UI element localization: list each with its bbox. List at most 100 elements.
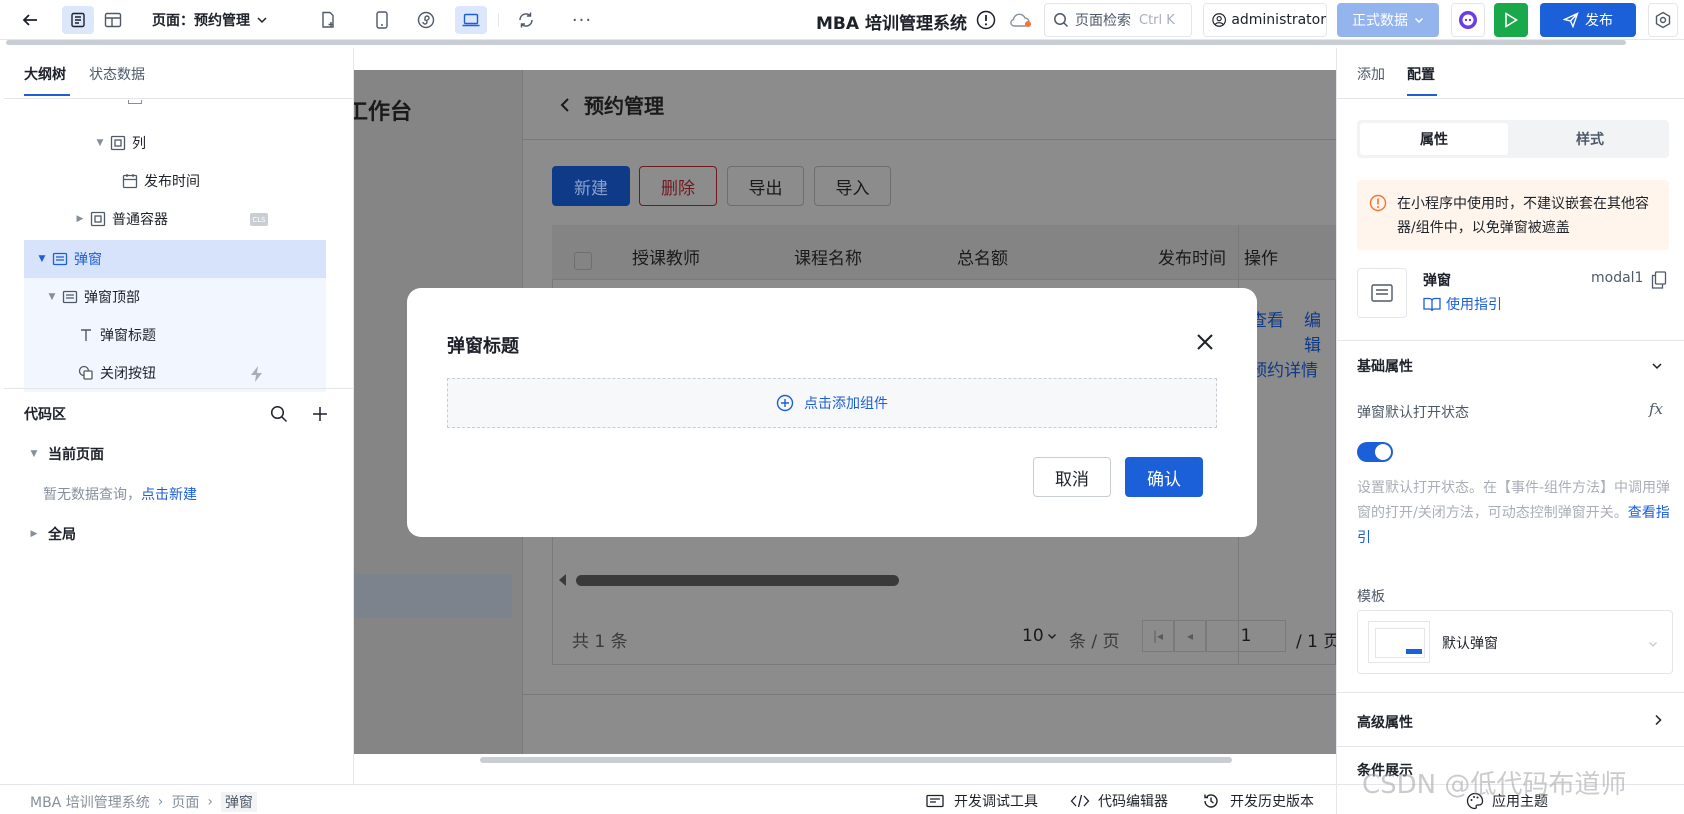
global-group[interactable]: ▶ 全局	[28, 524, 76, 544]
user-menu[interactable]: administrator	[1203, 3, 1327, 37]
tree-node-publish-time[interactable]: 发布时间	[24, 162, 326, 200]
add-component-area[interactable]: 点击添加组件	[447, 378, 1217, 428]
import-button[interactable]: 导入	[814, 166, 891, 206]
miniprogram-icon[interactable]	[410, 6, 442, 34]
tree-node-label: 发布时间	[144, 174, 200, 190]
breadcrumb-item[interactable]: 弹窗	[220, 792, 257, 812]
first-page-icon[interactable]: |◂	[1142, 620, 1174, 652]
page-icon[interactable]	[62, 6, 94, 34]
settings-icon[interactable]	[1648, 3, 1678, 37]
breadcrumb-item[interactable]: MBA 培训管理系统	[30, 792, 150, 812]
warning-text: 在小程序中使用时，不建议嵌套在其他容器/组件中，以免弹窗被遮盖	[1397, 196, 1649, 236]
tree-node-modal-header[interactable]: ▼ 弹窗顶部	[24, 278, 326, 316]
book-icon	[1423, 297, 1441, 312]
publish-label: 发布	[1585, 13, 1613, 29]
column-header: 课程名称	[794, 249, 862, 269]
code-editor-button[interactable]: 代码编辑器	[1070, 791, 1168, 811]
divider	[498, 13, 499, 27]
tree-node-label: 弹窗	[74, 252, 102, 268]
close-icon[interactable]	[1195, 332, 1215, 352]
table-scrollbar[interactable]	[576, 575, 899, 586]
refresh-icon[interactable]	[510, 6, 542, 34]
info-icon[interactable]	[976, 10, 996, 30]
basic-props-header[interactable]: 基础属性	[1357, 356, 1413, 376]
create-query-link[interactable]: 点击新建	[141, 487, 197, 503]
scroll-left-arrow-icon[interactable]	[559, 574, 566, 586]
search-input[interactable]: 页面检索 Ctrl K	[1044, 3, 1192, 37]
canvas-hscrollbar[interactable]	[480, 757, 1232, 763]
tab-add[interactable]: 添加	[1357, 64, 1385, 84]
add-icon[interactable]	[312, 406, 328, 422]
cloud-sync-icon[interactable]	[1008, 11, 1032, 29]
active-tab-indicator	[1407, 94, 1437, 96]
current-page-group[interactable]: ▼ 当前页面	[28, 444, 104, 464]
tree-node-modal[interactable]: ▼ 弹窗	[24, 240, 326, 278]
page-selector[interactable]: 页面：预约管理	[152, 10, 268, 30]
export-button[interactable]: 导出	[727, 166, 804, 206]
usage-guide-link[interactable]: 使用指引	[1423, 294, 1502, 314]
horizontal-scrollbar[interactable]	[6, 40, 1626, 45]
tree-node-modal-title[interactable]: 弹窗标题	[24, 316, 326, 354]
chevron-right-icon[interactable]	[1653, 714, 1663, 726]
delete-button[interactable]: 删除	[639, 166, 717, 206]
tree-node-label: 弹窗标题	[100, 328, 156, 344]
seg-properties[interactable]: 属性	[1360, 123, 1508, 155]
prev-page-icon[interactable]: ◂	[1174, 620, 1206, 652]
advanced-props-header[interactable]: 高级属性	[1357, 712, 1413, 732]
top-toolbar: 页面：预约管理 ··· MBA 培训管理系统 页面检索 Ctrl K admin…	[0, 0, 1684, 40]
back-chevron-icon[interactable]	[558, 97, 572, 113]
page-size-select[interactable]: 10	[1022, 626, 1057, 646]
debug-tools-button[interactable]: 开发调试工具	[926, 791, 1038, 811]
cls-badge: CLS	[250, 213, 268, 226]
publish-button[interactable]: 发布	[1540, 3, 1636, 37]
copy-icon[interactable]	[1651, 271, 1667, 289]
divider	[4, 98, 354, 99]
open-state-toggle[interactable]	[1357, 442, 1393, 462]
per-page-label: 条 / 页	[1069, 632, 1120, 652]
breadcrumb-item[interactable]: 页面	[171, 792, 199, 812]
breadcrumb-separator-icon: ›	[207, 794, 213, 810]
confirm-button[interactable]: 确认	[1125, 457, 1203, 497]
cancel-button[interactable]: 取消	[1033, 457, 1111, 497]
tree-node-col[interactable]: ▼ 列	[24, 124, 326, 162]
layout-icon[interactable]	[97, 6, 129, 34]
caret-right-icon: ▶	[76, 214, 84, 224]
ai-assistant-icon[interactable]	[1451, 3, 1485, 37]
breadcrumb: MBA 培训管理系统 › 页面 › 弹窗	[30, 792, 257, 812]
modal-header-icon	[62, 290, 78, 304]
calendar-icon	[122, 174, 138, 189]
tab-outline-tree[interactable]: 大纲树	[24, 64, 66, 84]
seg-style[interactable]: 样式	[1515, 123, 1665, 155]
search-shortcut: Ctrl K	[1139, 12, 1175, 28]
select-all-checkbox[interactable]	[574, 252, 592, 270]
template-thumb	[1368, 621, 1430, 663]
column-header: 发布时间	[1158, 249, 1226, 269]
history-button[interactable]: 开发历史版本	[1202, 791, 1314, 811]
tree-node-label: 弹窗顶部	[84, 290, 140, 306]
open-state-label: 弹窗默认打开状态	[1357, 405, 1469, 421]
search-placeholder: 页面检索	[1075, 13, 1131, 29]
canvas-footer-strip	[354, 754, 1336, 784]
tab-config[interactable]: 配置	[1407, 64, 1435, 84]
fx-icon[interactable]: fx	[1649, 400, 1663, 418]
chevron-down-icon[interactable]	[1651, 360, 1663, 372]
chevron-down-icon	[1649, 642, 1657, 647]
tab-state-data[interactable]: 状态数据	[89, 64, 145, 84]
more-icon[interactable]: ···	[566, 6, 598, 34]
env-select[interactable]: 正式数据	[1337, 3, 1439, 37]
back-arrow-icon[interactable]	[14, 6, 46, 34]
mobile-view-icon[interactable]	[366, 6, 398, 34]
tree-node-container[interactable]: ▶ 普通容器 CLS	[24, 200, 326, 238]
desktop-view-icon[interactable]	[455, 6, 487, 34]
new-button[interactable]: 新建	[552, 166, 630, 206]
code-icon	[1070, 794, 1090, 808]
page-input[interactable]: 1	[1206, 620, 1286, 652]
debug-icon	[926, 794, 944, 808]
booking-detail-link[interactable]: 预约详情	[1250, 356, 1318, 381]
tree-node-close-button[interactable]: 关闭按钮	[24, 354, 326, 392]
edit-link[interactable]: 编辑	[1304, 306, 1336, 356]
add-page-icon[interactable]	[312, 6, 344, 34]
search-icon[interactable]	[270, 405, 288, 423]
template-select[interactable]: 默认弹窗	[1357, 610, 1673, 674]
run-button[interactable]	[1494, 3, 1528, 37]
